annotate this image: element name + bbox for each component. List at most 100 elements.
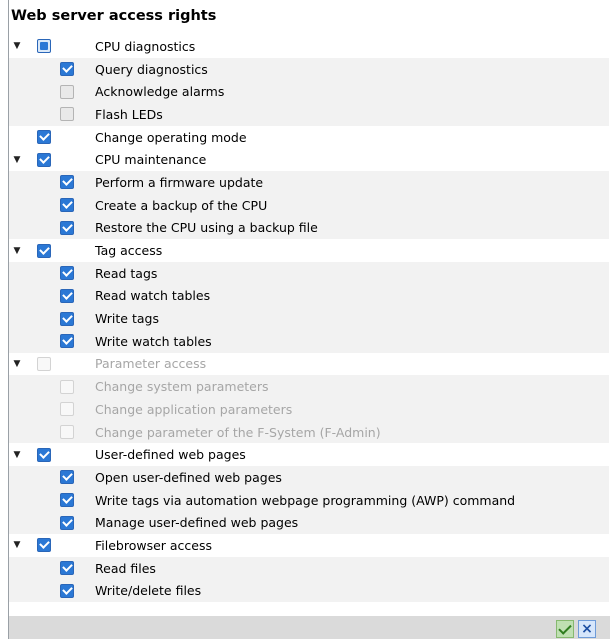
- checkbox[interactable]: [60, 561, 74, 576]
- item-label: Change parameter of the F-System (F-Admi…: [95, 424, 381, 440]
- indent-area: [9, 375, 54, 398]
- tree-item-row[interactable]: Query diagnostics: [9, 57, 609, 81]
- indent-area: [9, 80, 54, 104]
- item-label: CPU diagnostics: [95, 38, 196, 54]
- panel-title: Web server access rights: [11, 8, 217, 24]
- checkbox[interactable]: [37, 130, 51, 145]
- expand-collapse-icon[interactable]: ▼: [11, 154, 23, 166]
- checkbox: [60, 425, 74, 440]
- indent-area: [9, 329, 54, 353]
- indent-area: [9, 420, 54, 444]
- checkbox[interactable]: [60, 311, 74, 326]
- item-label: Restore the CPU using a backup file: [95, 220, 318, 236]
- tree-item-row[interactable]: Write/delete files: [9, 579, 609, 603]
- checkbox[interactable]: [37, 447, 51, 462]
- indent-area: [9, 193, 54, 217]
- item-label: Write watch tables: [95, 333, 212, 349]
- tree-item-row[interactable]: Perform a firmware update: [9, 171, 609, 194]
- checkbox[interactable]: [60, 288, 74, 303]
- checkbox[interactable]: [60, 107, 74, 122]
- checkbox[interactable]: [60, 175, 74, 190]
- checkbox: [60, 402, 74, 417]
- item-label: Open user-defined web pages: [95, 469, 282, 485]
- item-label: Write tags: [95, 311, 159, 327]
- cancel-button[interactable]: ×: [578, 620, 596, 638]
- expand-collapse-icon[interactable]: ▼: [11, 40, 23, 52]
- checkbox[interactable]: [60, 583, 74, 598]
- item-label: CPU maintenance: [95, 152, 207, 168]
- item-label: Write/delete files: [95, 583, 202, 599]
- indent-area: [9, 511, 54, 535]
- checkbox[interactable]: [60, 266, 74, 281]
- item-label: Write tags via automation webpage progra…: [95, 492, 516, 508]
- tree-item-row[interactable]: Change parameter of the F-System (F-Admi…: [9, 420, 609, 444]
- tree-group-row[interactable]: ▼ User-defined web pages: [9, 443, 609, 466]
- item-label: Tag access: [95, 243, 163, 259]
- tree-item-row[interactable]: Flash LEDs: [9, 103, 609, 126]
- checkbox[interactable]: [37, 538, 51, 553]
- tree-item-row[interactable]: Write watch tables: [9, 329, 609, 353]
- access-rights-panel: Web server access rights ▼ CPU diagnostic…: [8, 0, 610, 639]
- checkbox[interactable]: [60, 470, 74, 485]
- tree-item-row[interactable]: Change system parameters: [9, 375, 609, 398]
- item-label: Change application parameters: [95, 401, 293, 417]
- tree-item-row[interactable]: Read tags: [9, 261, 609, 285]
- tree-item-row[interactable]: Read watch tables: [9, 284, 609, 308]
- checkbox[interactable]: [60, 198, 74, 213]
- indent-area: [9, 307, 54, 330]
- expand-collapse-icon[interactable]: ▼: [11, 449, 23, 461]
- indent-area: [9, 488, 54, 512]
- tree-item-row[interactable]: Manage user-defined web pages: [9, 511, 609, 535]
- indent-area: [9, 466, 54, 489]
- checkbox[interactable]: [60, 515, 74, 530]
- expand-collapse-icon[interactable]: ▼: [11, 358, 23, 370]
- indent-area: [9, 261, 54, 285]
- indent-area: [9, 556, 54, 580]
- tree-group-row[interactable]: ▼ Tag access: [9, 239, 609, 262]
- tree-group-row[interactable]: ▼ CPU maintenance: [9, 148, 609, 171]
- confirm-button[interactable]: [556, 620, 574, 638]
- item-label: Read watch tables: [95, 288, 211, 304]
- checkbox[interactable]: [37, 152, 51, 167]
- expand-collapse-icon[interactable]: ▼: [11, 539, 23, 551]
- tree-item-row[interactable]: Acknowledge alarms: [9, 80, 609, 104]
- item-label: Filebrowser access: [95, 537, 213, 553]
- item-label: Change system parameters: [95, 379, 269, 395]
- indent-area: [9, 216, 54, 240]
- indent-area: [9, 398, 54, 421]
- checkbox[interactable]: [37, 39, 51, 54]
- checkbox: [60, 379, 74, 394]
- tree-group-row[interactable]: Change operating mode: [9, 126, 609, 149]
- checkbox[interactable]: [60, 493, 74, 508]
- item-label: Acknowledge alarms: [95, 84, 225, 100]
- item-label: Read files: [95, 560, 156, 576]
- tree-group-row[interactable]: ▼ Filebrowser access: [9, 534, 609, 557]
- checkbox: [37, 356, 51, 371]
- indent-area: [9, 284, 54, 308]
- expand-collapse-icon[interactable]: ▼: [11, 245, 23, 257]
- tree-item-row[interactable]: Change application parameters: [9, 398, 609, 421]
- tree-item-row[interactable]: Create a backup of the CPU: [9, 193, 609, 217]
- item-label: Change operating mode: [95, 129, 247, 145]
- checkbox[interactable]: [37, 243, 51, 258]
- item-label: Manage user-defined web pages: [95, 515, 299, 531]
- tree-group-row[interactable]: ▼ Parameter access: [9, 353, 609, 376]
- tree-group-row[interactable]: ▼ CPU diagnostics: [9, 35, 609, 58]
- tree-item-row[interactable]: Restore the CPU using a backup file: [9, 216, 609, 240]
- bottom-bar: [9, 616, 610, 639]
- indent-area: [9, 57, 54, 81]
- access-rights-tree: ▼ CPU diagnostics Query diagnostics Acknowl…: [9, 35, 609, 603]
- item-label: Flash LEDs: [95, 106, 163, 122]
- tree-item-row[interactable]: Write tags: [9, 307, 609, 330]
- checkbox[interactable]: [60, 220, 74, 235]
- indent-area: [9, 171, 54, 194]
- tree-item-row[interactable]: Read files: [9, 556, 609, 580]
- indent-area: [9, 579, 54, 603]
- item-label: Parameter access: [95, 356, 207, 372]
- tree-item-row[interactable]: Write tags via automation webpage progra…: [9, 488, 609, 512]
- tree-item-row[interactable]: Open user-defined web pages: [9, 466, 609, 489]
- indent-area: [9, 103, 54, 126]
- checkbox[interactable]: [60, 62, 74, 77]
- checkbox[interactable]: [60, 334, 74, 349]
- checkbox[interactable]: [60, 84, 74, 99]
